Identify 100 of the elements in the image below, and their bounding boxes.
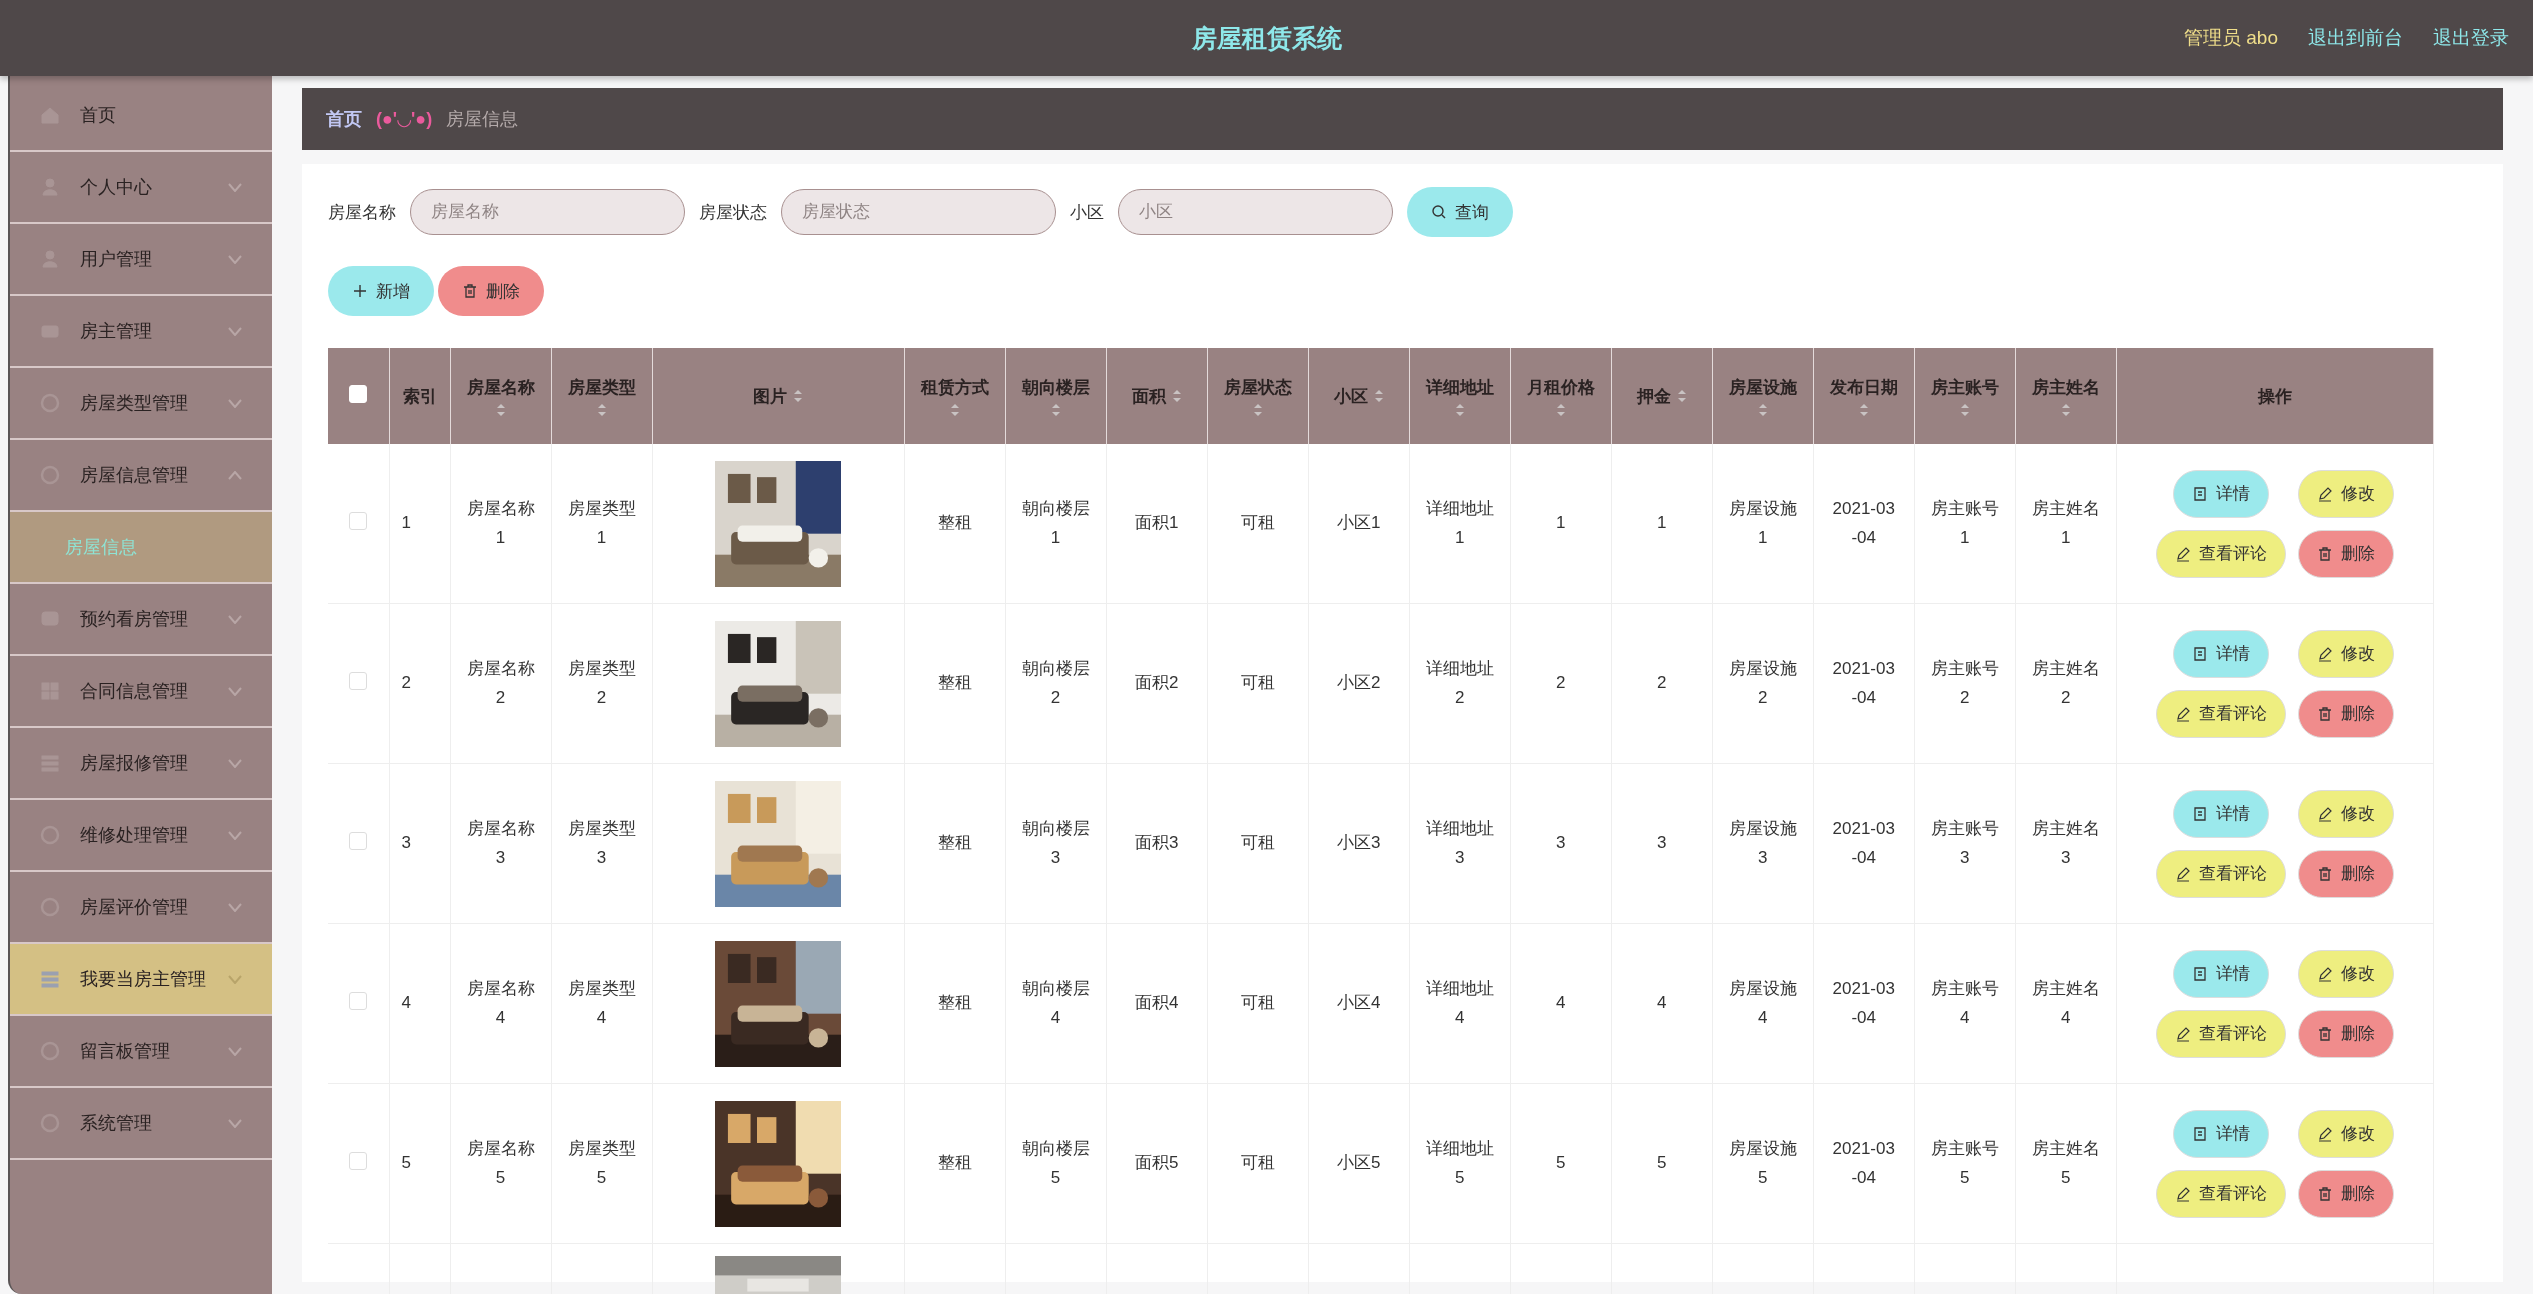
sidebar-item[interactable]: 用户管理 (10, 224, 272, 296)
table-cell-text: 整租 (937, 512, 972, 535)
table-cell-text: 房屋名称1 (465, 497, 536, 549)
sort-icon (1757, 402, 1768, 417)
document-icon (2191, 1125, 2208, 1142)
header-link[interactable]: 退出登录 (2433, 25, 2509, 51)
sidebar-item[interactable]: 留言板管理 (10, 1016, 272, 1088)
chevron-icon (228, 326, 242, 336)
table-cell-text: 房屋名称4 (465, 977, 536, 1029)
sidebar-item[interactable]: 预约看房管理 (10, 584, 272, 656)
edit-button[interactable]: 修改 (2297, 789, 2394, 838)
pencil-icon (2174, 1185, 2191, 1202)
list-icon (40, 969, 60, 989)
detail-button[interactable]: 详情 (2172, 949, 2269, 998)
chevron-icon (228, 254, 242, 264)
detail-button[interactable]: 详情 (2172, 469, 2269, 518)
pencil-icon (2316, 645, 2333, 662)
comments-button[interactable]: 查看评论 (2155, 1009, 2286, 1058)
table-cell-text: 房屋设施2 (1727, 657, 1798, 709)
sort-icon (1252, 402, 1263, 417)
comments-button[interactable]: 查看评论 (2155, 529, 2286, 578)
row-checkbox[interactable] (349, 1152, 368, 1170)
edit-button[interactable]: 修改 (2297, 949, 2394, 998)
sidebar-item[interactable]: 房主管理 (10, 296, 272, 368)
delete-button[interactable]: 删除 (2297, 1169, 2394, 1218)
detail-button[interactable]: 详情 (2172, 1109, 2269, 1158)
select-all-checkbox[interactable] (349, 384, 368, 403)
table-cell-text: 整租 (937, 672, 972, 695)
trash-icon (462, 283, 478, 299)
column-header[interactable]: 面积 (1131, 384, 1182, 408)
edit-button[interactable]: 修改 (2297, 469, 2394, 518)
document-icon (2191, 485, 2208, 502)
delete-button[interactable]: 删除 (2297, 689, 2394, 738)
column-header[interactable]: 索引 (402, 384, 437, 408)
sort-icon (1858, 402, 1869, 417)
delete-button[interactable]: 删除 (2297, 529, 2394, 578)
delete-button[interactable]: 删除 (2297, 1009, 2394, 1058)
search-button[interactable]: 查询 (1407, 187, 1513, 237)
sort-icon (1454, 402, 1465, 417)
search-field[interactable]: 小区 (1118, 189, 1393, 235)
sidebar-item[interactable]: 个人中心 (10, 152, 272, 224)
comments-button[interactable]: 查看评论 (2155, 1169, 2286, 1218)
column-header[interactable]: 图片 (753, 384, 804, 408)
chevron-icon (228, 1118, 242, 1128)
sidebar-item[interactable]: 系统管理 (10, 1088, 272, 1160)
row-checkbox[interactable] (349, 832, 368, 850)
delete-button[interactable]: 删除 (2297, 849, 2394, 898)
sort-icon (1373, 389, 1384, 403)
sort-icon (495, 402, 506, 417)
sort-icon (1171, 389, 1182, 403)
field-label: 房屋状态 (699, 201, 767, 224)
column-header[interactable]: 小区 (1333, 384, 1384, 408)
search-field[interactable]: 房屋名称 (410, 189, 685, 235)
sidebar-item[interactable]: 房屋报修管理 (10, 728, 272, 800)
header-link[interactable]: 退出到前台 (2308, 25, 2403, 51)
row-checkbox[interactable] (349, 512, 368, 530)
comments-button[interactable]: 查看评论 (2155, 849, 2286, 898)
table-cell-text: 整租 (937, 992, 972, 1015)
trash-icon (2316, 865, 2333, 882)
row-checkbox[interactable] (349, 992, 368, 1010)
edit-button[interactable]: 修改 (2297, 1109, 2394, 1158)
table-cell-text: 房主账号3 (1929, 817, 2000, 869)
sort-icon (2060, 402, 2071, 417)
chevron-icon (228, 182, 242, 192)
table-cell-text: 1 (1656, 512, 1667, 535)
table-cell-text: 2 (1555, 672, 1566, 695)
chevron-icon (228, 686, 242, 696)
chevron-icon (228, 758, 242, 768)
table-cell-text: 3 (401, 832, 411, 855)
column-header[interactable]: 押金 (1636, 384, 1687, 408)
delete-button[interactable]: 删除 (438, 266, 544, 316)
table-cell-text: 房屋类型4 (566, 977, 637, 1029)
comments-button[interactable]: 查看评论 (2155, 689, 2286, 738)
chevron-icon (228, 830, 242, 840)
sort-icon (1676, 389, 1687, 403)
sidebar-item[interactable]: 维修处理管理 (10, 800, 272, 872)
table-cell-text: 4 (1656, 992, 1667, 1015)
sidebar-item[interactable]: 房屋类型管理 (10, 368, 272, 440)
table-cell-text: 房主姓名5 (2030, 1137, 2101, 1189)
document-icon (2191, 805, 2208, 822)
add-button[interactable]: 新增 (328, 266, 434, 316)
breadcrumb-link[interactable]: 首页 (326, 107, 362, 131)
table-cell-text: 面积3 (1134, 832, 1179, 855)
column-header[interactable]: 操作 (2257, 384, 2292, 408)
sidebar-item[interactable]: 合同信息管理 (10, 656, 272, 728)
search-field[interactable]: 房屋状态 (781, 189, 1056, 235)
field-label: 房屋名称 (328, 201, 396, 224)
table-cell-text: 房屋设施3 (1727, 817, 1798, 869)
sidebar-item[interactable]: 我要当房主管理 (10, 944, 272, 1016)
row-checkbox[interactable] (349, 672, 368, 690)
detail-button[interactable]: 详情 (2172, 629, 2269, 678)
chevron-icon (228, 902, 242, 912)
table-cell-text: 房屋类型2 (566, 657, 637, 709)
table-cell-text: 详细地址1 (1424, 497, 1495, 549)
table-cell-text: 4 (401, 992, 411, 1015)
detail-button[interactable]: 详情 (2172, 789, 2269, 838)
sidebar-item[interactable]: 首页 (10, 80, 272, 152)
edit-button[interactable]: 修改 (2297, 629, 2394, 678)
chevron-icon (228, 974, 242, 984)
table-cell-text: 房屋类型3 (566, 817, 637, 869)
